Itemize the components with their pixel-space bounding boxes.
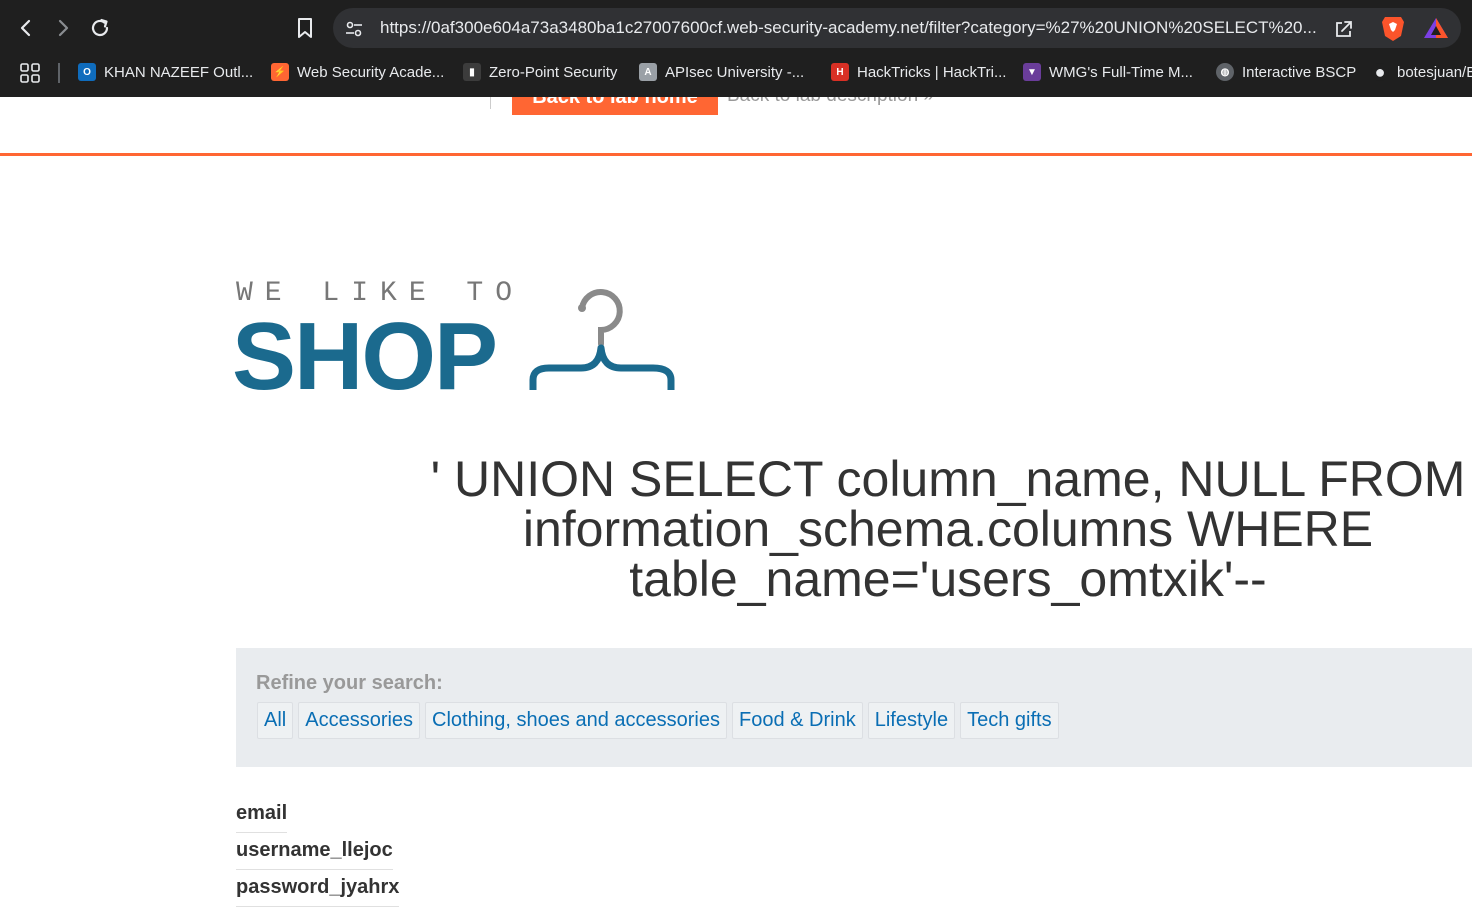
bookmarks-bar: O KHAN NAZEEF Outl... ⚡ Web Security Aca…: [0, 52, 1472, 92]
hacktricks-icon: H: [831, 63, 849, 81]
table-row: password_jyahrx: [236, 870, 400, 907]
url-text[interactable]: https://0af300e604a73a3480ba1c27007600cf…: [380, 8, 1330, 48]
header-divider: [490, 97, 491, 109]
address-bar[interactable]: https://0af300e604a73a3480ba1c27007600cf…: [333, 8, 1461, 48]
bookmark-label: Web Security Acade...: [297, 63, 445, 81]
share-icon[interactable]: [1333, 18, 1355, 40]
bookmark-outlook[interactable]: O KHAN NAZEEF Outl...: [78, 59, 253, 85]
back-button[interactable]: [10, 12, 42, 44]
bookmark-wmg[interactable]: ▼ WMG's Full-Time M...: [1023, 59, 1193, 85]
bookmark-apisec-university[interactable]: A APIsec University -...: [639, 59, 804, 85]
bookmark-hacktricks[interactable]: H HackTricks | HackTri...: [831, 59, 1006, 85]
github-icon: ●: [1371, 62, 1389, 82]
brave-shields-icon[interactable]: [1380, 14, 1406, 42]
table-row: username_llejoc: [236, 833, 393, 870]
page-heading: ' UNION SELECT column_name, NULL FROM in…: [430, 451, 1466, 607]
hanger-icon: [529, 289, 675, 390]
lab-header: Back to lab home Back to lab description…: [0, 97, 1472, 156]
bookmark-github-botesjuan[interactable]: ● botesjuan/B: [1371, 59, 1472, 85]
filter-lifestyle[interactable]: Lifestyle: [867, 702, 956, 739]
filter-accessories[interactable]: Accessories: [298, 702, 421, 739]
reload-button[interactable]: [84, 12, 116, 44]
apps-grid-icon[interactable]: [18, 61, 42, 85]
bookmark-label: HackTricks | HackTri...: [857, 63, 1007, 81]
bookmarks-divider: [58, 63, 60, 83]
table-row: email: [236, 796, 288, 833]
bookmark-label: WMG's Full-Time M...: [1049, 63, 1193, 81]
reload-icon: [91, 18, 109, 37]
globe-icon: ◍: [1216, 63, 1234, 81]
filter-all[interactable]: All: [257, 702, 294, 739]
forward-arrow-icon: [58, 19, 69, 37]
results-table: email username_llejoc password_jyahrx: [236, 796, 400, 907]
brave-rewards-icon[interactable]: [1423, 16, 1449, 40]
filter-tech-gifts[interactable]: Tech gifts: [960, 702, 1059, 739]
bookmark-label: botesjuan/B: [1397, 63, 1472, 81]
outlook-icon: O: [78, 63, 96, 81]
bookmark-label: Interactive BSCP: [1242, 63, 1357, 81]
forward-button[interactable]: [47, 12, 79, 44]
bookmark-label: KHAN NAZEEF Outl...: [104, 63, 254, 81]
bookmark-icon: [298, 18, 312, 38]
bookmark-label: APIsec University -...: [665, 63, 805, 81]
back-to-lab-home-button[interactable]: Back to lab home: [512, 97, 718, 115]
bookmark-zero-point-security[interactable]: ▮ Zero-Point Security: [463, 59, 617, 85]
apisec-icon: A: [639, 63, 657, 81]
refine-search-label: Refine your search:: [256, 672, 443, 694]
filter-food-drink[interactable]: Food & Drink: [732, 702, 863, 739]
bookmark-web-security-academy[interactable]: ⚡ Web Security Acade...: [271, 59, 444, 85]
back-to-lab-description-link[interactable]: Back to lab description »: [727, 97, 934, 107]
wmg-icon: ▼: [1023, 63, 1041, 81]
logo-word: SHOP: [232, 303, 498, 410]
zero-point-icon: ▮: [463, 63, 481, 81]
portswigger-icon: ⚡: [271, 63, 289, 81]
filter-clothing[interactable]: Clothing, shoes and accessories: [425, 702, 727, 739]
category-filter-list: All Accessories Clothing, shoes and acce…: [257, 702, 1059, 739]
bookmark-page-button[interactable]: [289, 12, 321, 44]
filter-panel: Refine your search: All Accessories Clot…: [236, 648, 1472, 767]
bookmark-label: Zero-Point Security: [489, 63, 618, 81]
back-arrow-icon: [20, 19, 31, 37]
browser-chrome: https://0af300e604a73a3480ba1c27007600cf…: [0, 0, 1472, 97]
site-info-icon[interactable]: [343, 18, 365, 40]
bookmark-interactive-bscp[interactable]: ◍ Interactive BSCP: [1216, 59, 1356, 85]
